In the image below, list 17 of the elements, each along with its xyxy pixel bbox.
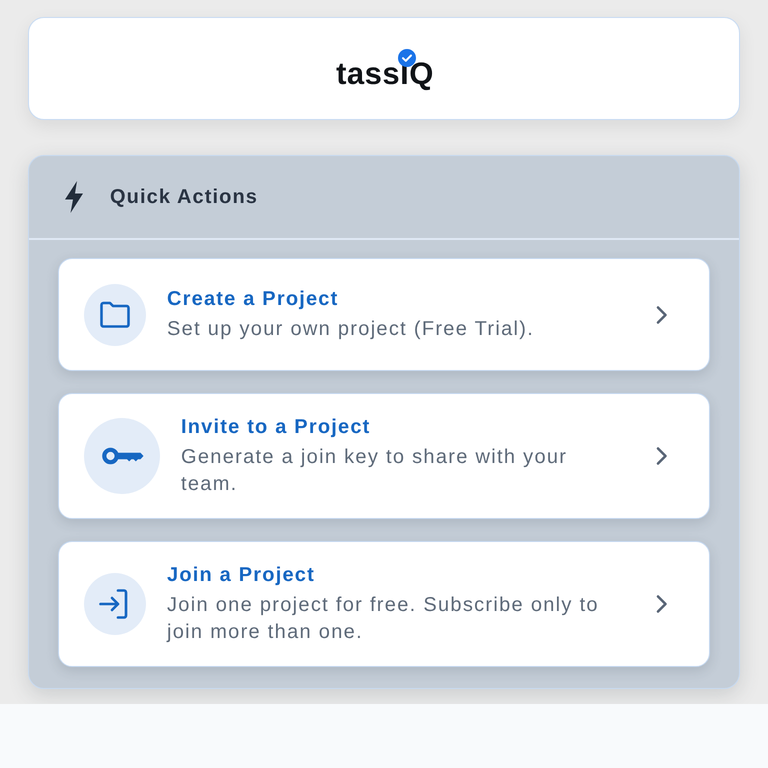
logo-text: tassIQ: [336, 58, 434, 88]
action-description: Generate a join key to share with your team.: [181, 445, 568, 497]
lightning-bolt-icon: [65, 181, 83, 213]
action-card[interactable]: Create a Project Set up your own project (Free Trial).: [58, 258, 710, 371]
chevron-right-icon: [655, 446, 669, 466]
action-description: Join one project for free. Subscribe only to join more than one.: [167, 593, 600, 645]
action-card[interactable]: Invite to a Project Generate a join key to share with your team.: [58, 393, 710, 519]
chevron-right-icon: [655, 594, 669, 614]
action-card[interactable]: Join a Project Join one project for free. Subscribe only to join more than one.: [58, 541, 710, 667]
action-title: Join a Project: [167, 563, 316, 588]
key-icon: [84, 418, 160, 494]
chevron-right-icon: [655, 304, 669, 324]
action-description: Set up your own project (Free Trial).: [167, 317, 536, 342]
action-title: Create a Project: [167, 287, 340, 312]
action-title: Invite to a Project: [181, 415, 372, 440]
folder-icon: [84, 284, 146, 346]
panel-title: Quick Actions: [110, 186, 258, 208]
